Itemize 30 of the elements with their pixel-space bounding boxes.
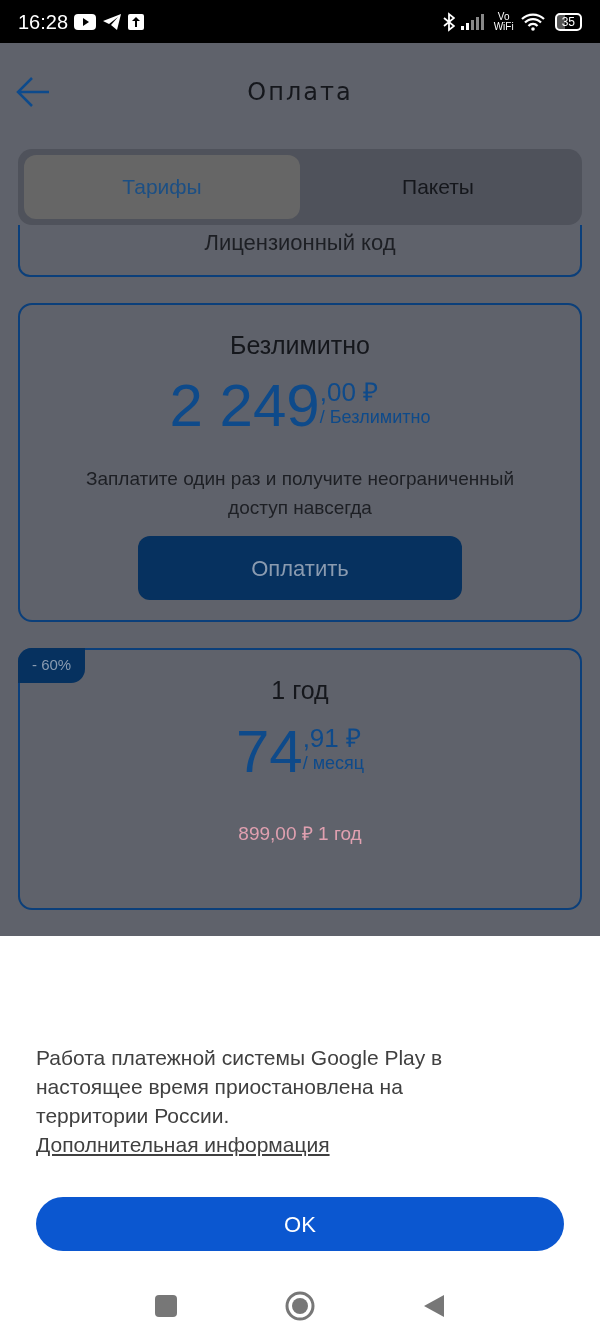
network-label: Vo WiFi xyxy=(492,11,515,32)
back-icon[interactable] xyxy=(423,1294,445,1318)
page-title: Оплата xyxy=(247,76,353,108)
price-main: 74 xyxy=(235,721,303,782)
price-fraction: ,91 ₽ xyxy=(302,723,362,752)
home-icon[interactable] xyxy=(285,1291,315,1321)
old-price: 899,00 ₽ 1 год xyxy=(238,821,362,846)
sheet-message: Работа платежной системы Google Play в настоящее время приостановлена на территории России. xyxy=(36,1046,443,1127)
upload-icon xyxy=(128,13,145,30)
plan-title: Безлимитно xyxy=(230,329,370,361)
play-icon xyxy=(74,13,97,30)
pay-button[interactable]: Оплатить xyxy=(138,536,462,600)
status-time: 16:28 xyxy=(18,9,69,35)
bluetooth-icon xyxy=(442,11,455,32)
price-fraction: ,00 ₽ xyxy=(319,378,380,406)
price-period: / Безлимитно xyxy=(319,407,431,428)
price-main: 2 249 xyxy=(169,376,320,436)
plan-description: Заплатите один раз и получите неограниченный доступ навсегда xyxy=(85,467,515,520)
battery-indicator: 35 xyxy=(554,12,582,31)
send-icon xyxy=(102,12,123,31)
more-info-link[interactable]: Дополнительная информация xyxy=(36,1133,330,1156)
tab[interactable]: Пакеты xyxy=(300,155,576,219)
signal-icon xyxy=(460,13,487,30)
wifi-icon xyxy=(520,12,545,31)
price-period: / месяц xyxy=(302,752,365,774)
discount-badge: - 60% xyxy=(18,648,86,683)
license-code-button[interactable]: Лицензионный код xyxy=(18,225,582,277)
plan-title: 1 год xyxy=(271,675,329,706)
recents-icon[interactable] xyxy=(155,1295,177,1317)
ok-button[interactable]: OK xyxy=(36,1197,564,1251)
